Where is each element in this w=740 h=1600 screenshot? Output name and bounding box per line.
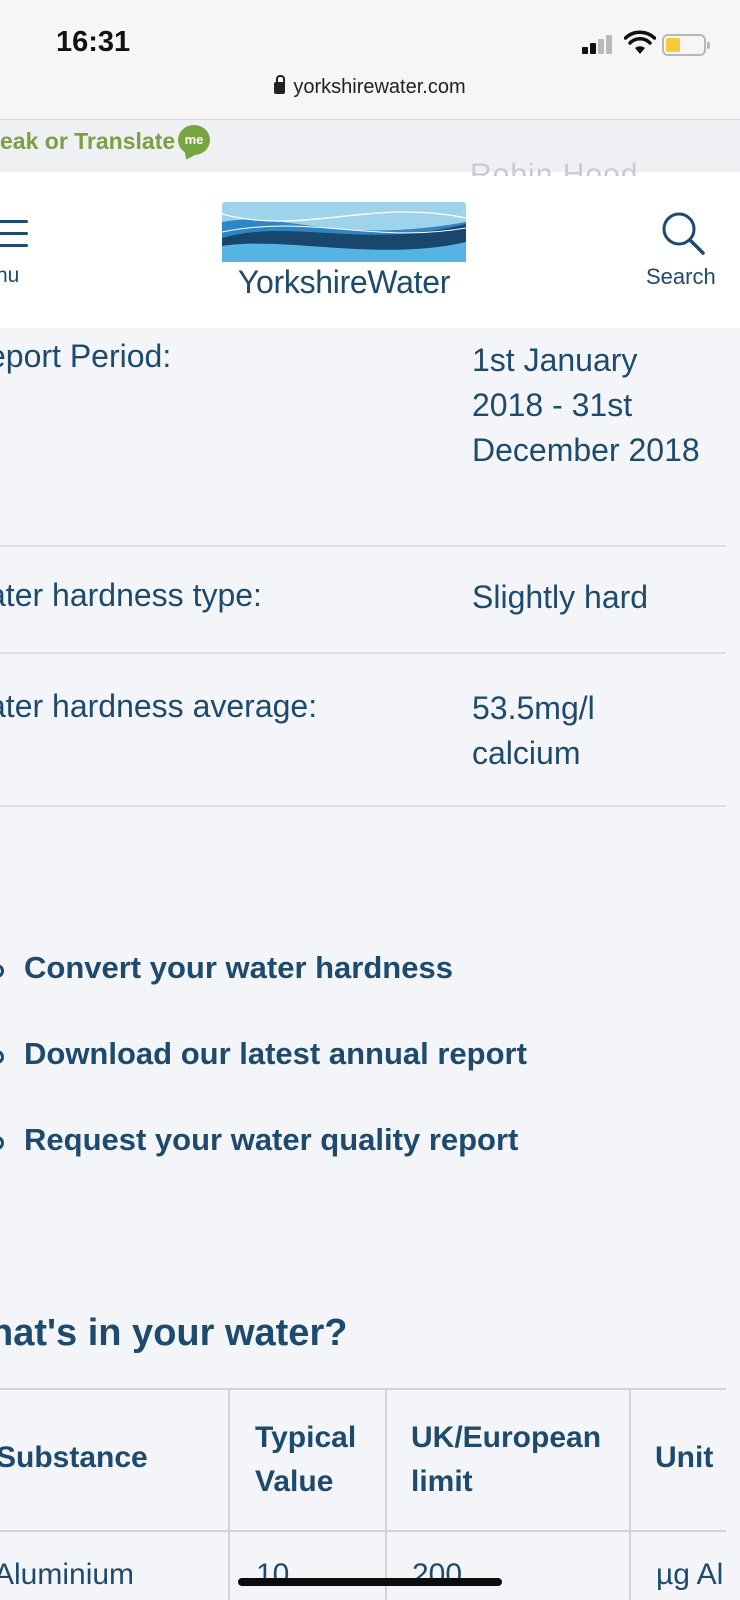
table-divider bbox=[228, 1390, 230, 1600]
search-label[interactable]: Search bbox=[646, 264, 716, 290]
water-info-table: eport Period: 1st January 2018 - 31st De… bbox=[0, 328, 726, 807]
convert-hardness-link[interactable]: Convert your water hardness bbox=[0, 950, 740, 1036]
menu-label[interactable]: nu bbox=[0, 264, 19, 288]
request-quality-report-link[interactable]: Request your water quality report bbox=[0, 1122, 740, 1208]
table-divider bbox=[629, 1390, 631, 1600]
site-header: Robin Hood nu YorkshireWater Search bbox=[0, 158, 740, 328]
logo-waves-icon bbox=[221, 202, 467, 262]
download-annual-report-link[interactable]: Download our latest annual report bbox=[0, 1036, 740, 1122]
link-label[interactable]: Convert your water hardness bbox=[24, 950, 453, 986]
info-value: Slightly hard bbox=[472, 579, 649, 615]
info-label: eport Period: bbox=[0, 338, 172, 374]
yorkshire-water-logo[interactable]: YorkshireWater bbox=[221, 202, 467, 302]
url-bar[interactable]: yorkshirewater.com bbox=[0, 75, 740, 99]
url-text: yorkshirewater.com bbox=[293, 76, 466, 98]
link-arrow-icon bbox=[0, 1136, 4, 1150]
table-cell-typical: 10 bbox=[256, 1558, 290, 1591]
recite-me-icon[interactable]: me bbox=[178, 125, 210, 155]
link-arrow-icon bbox=[0, 1050, 4, 1064]
column-header-unit: Unit bbox=[655, 1441, 714, 1474]
table-cell-substance: Aluminium bbox=[0, 1558, 135, 1591]
info-row-report-period: eport Period: 1st January 2018 - 31st De… bbox=[0, 328, 726, 547]
status-time: 16:31 bbox=[56, 26, 131, 58]
info-value: 1st January 2018 - 31st December 2018 bbox=[472, 342, 700, 468]
section-heading: hat's in your water? bbox=[0, 1312, 348, 1354]
cellular-signal-icon bbox=[582, 34, 618, 54]
column-header-substance: Substance bbox=[0, 1441, 148, 1474]
home-indicator[interactable] bbox=[238, 1578, 502, 1586]
overlapping-text-fragment: Robin Hood bbox=[470, 158, 639, 176]
info-row-hardness-type: ater hardness type: Slightly hard bbox=[0, 547, 726, 654]
column-header-typical-value: Typical Value bbox=[255, 1421, 357, 1498]
battery-icon bbox=[662, 34, 710, 56]
info-label: ater hardness type: bbox=[0, 577, 262, 613]
link-label[interactable]: Download our latest annual report bbox=[24, 1036, 527, 1072]
logo-text: YorkshireWater bbox=[237, 264, 451, 300]
status-bar: 16:31 yorkshirewater.com bbox=[0, 0, 740, 120]
translate-label[interactable]: eak or Translate bbox=[0, 128, 175, 155]
hamburger-menu-icon[interactable] bbox=[0, 220, 28, 250]
info-row-hardness-average: ater hardness average: 53.5mg/l calcium bbox=[0, 654, 726, 807]
link-arrow-icon bbox=[0, 964, 4, 978]
info-value: 53.5mg/l calcium bbox=[472, 690, 595, 771]
related-links: Convert your water hardness Download our… bbox=[0, 950, 740, 1208]
substances-table: Substance Typical Value UK/European limi… bbox=[0, 1388, 726, 1600]
table-cell-limit: 200 bbox=[412, 1558, 463, 1591]
table-divider bbox=[385, 1390, 387, 1600]
column-header-limit: UK/European limit bbox=[411, 1421, 602, 1498]
info-label: ater hardness average: bbox=[0, 688, 318, 724]
search-icon[interactable] bbox=[660, 210, 706, 256]
table-cell-unit: µg Al bbox=[656, 1558, 724, 1591]
wifi-icon bbox=[624, 30, 656, 54]
link-label[interactable]: Request your water quality report bbox=[24, 1122, 518, 1158]
lock-icon bbox=[274, 75, 286, 94]
